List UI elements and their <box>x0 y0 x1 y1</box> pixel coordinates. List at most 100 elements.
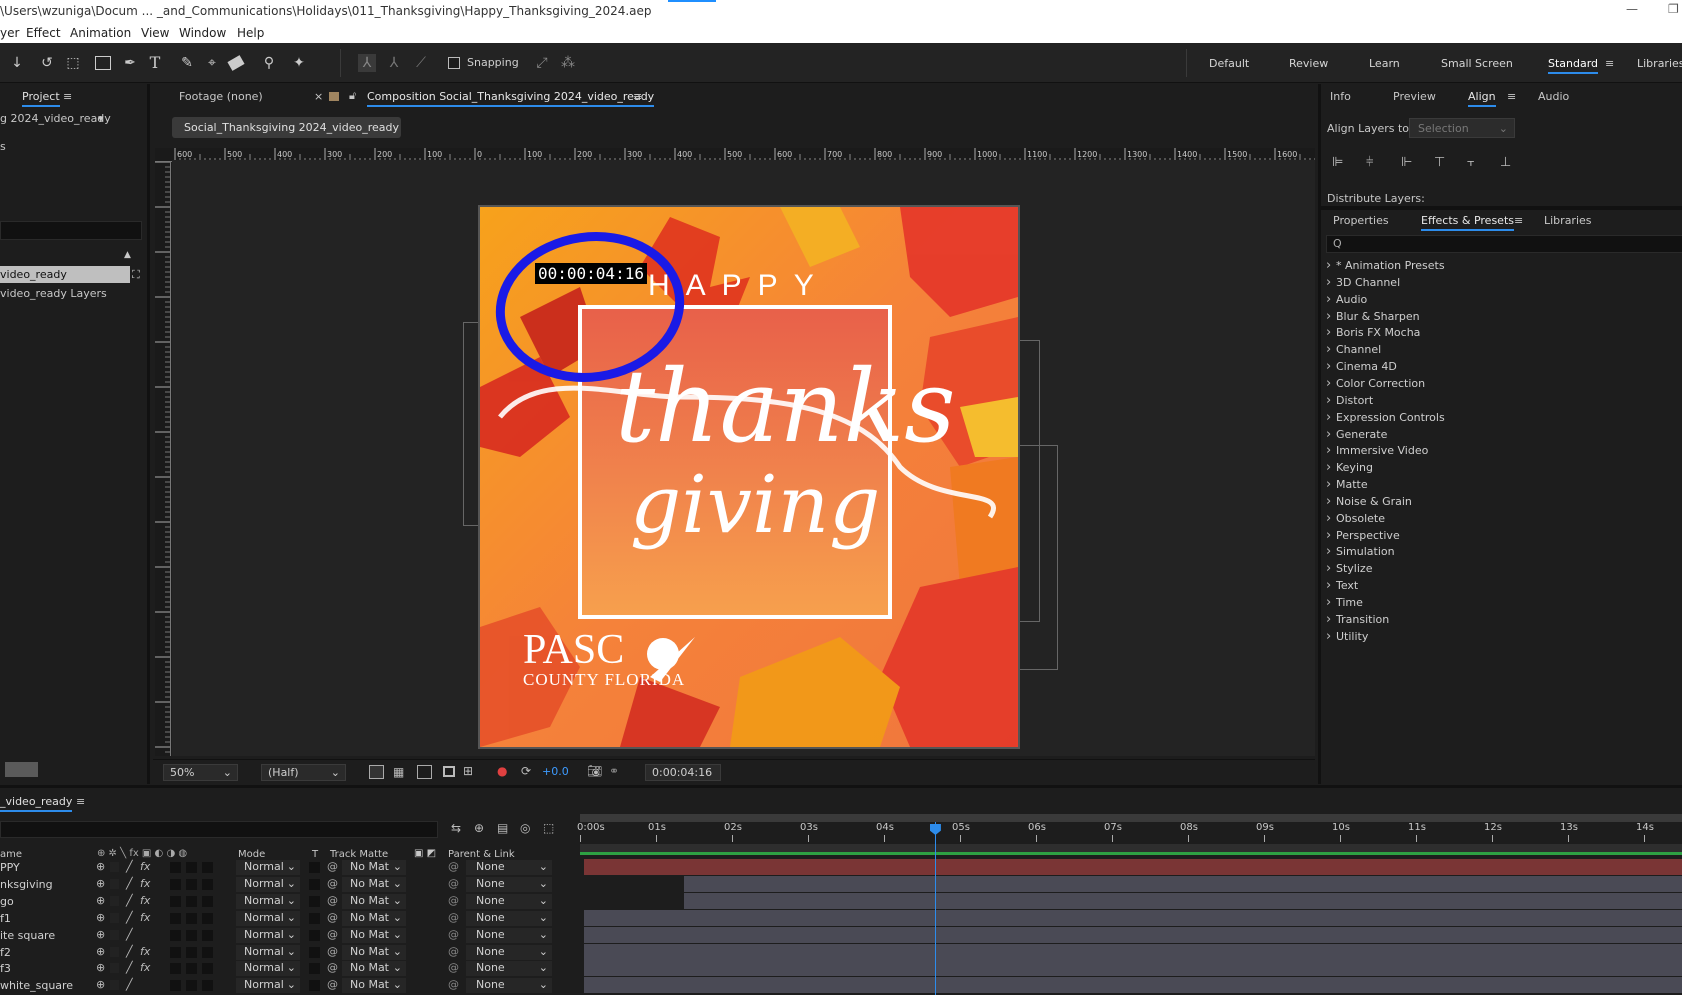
parent-dropdown[interactable]: None ⌄ <box>466 876 552 892</box>
effect-category[interactable]: › Audio <box>1326 292 1367 307</box>
layer-duration-bar[interactable] <box>584 926 1682 944</box>
layer-duration-bar[interactable] <box>684 875 1682 893</box>
parent-pickwhip-icon[interactable]: @ <box>448 978 459 991</box>
minimize-icon[interactable]: — <box>1626 2 1638 16</box>
layer-duration-bar[interactable] <box>584 960 1682 978</box>
region-of-interest-icon[interactable] <box>443 766 455 777</box>
parent-dropdown[interactable]: None ⌄ <box>466 961 552 977</box>
menu-layer[interactable]: yer <box>0 26 19 40</box>
layer-row[interactable]: go ⊕ ╱ fx Normal ⌄ @ No Mat ⌄ @ None ⌄ <box>0 893 580 910</box>
composition-mini-flowchart-icon[interactable]: ⇆ <box>451 821 461 835</box>
lock-icon[interactable]: 🔓︎ <box>349 89 356 103</box>
project-menu-icon[interactable]: ≡ <box>63 90 72 103</box>
layer-name[interactable]: white_square <box>0 979 73 992</box>
parent-dropdown[interactable]: None ⌄ <box>466 944 552 960</box>
axis-local-icon[interactable]: ⅄ <box>358 54 376 72</box>
tab-timeline-comp[interactable]: _video_ready <box>0 795 73 812</box>
fx-icon[interactable]: fx <box>140 894 150 907</box>
layer-name[interactable]: go <box>0 895 14 908</box>
quality-icon[interactable]: ╱ <box>126 945 133 958</box>
mode-dropdown[interactable]: Normal ⌄ <box>236 961 300 977</box>
restore-icon[interactable]: ❐ <box>1668 2 1679 16</box>
shy-icon[interactable]: ⊕ <box>96 911 105 924</box>
tab-libraries[interactable]: Libraries <box>1544 214 1592 227</box>
parent-pickwhip-icon[interactable]: @ <box>448 961 459 974</box>
collapse-switch[interactable] <box>110 963 119 974</box>
comp-menu-icon[interactable]: ≡ <box>633 90 642 103</box>
parent-dropdown[interactable]: None ⌄ <box>466 910 552 926</box>
quality-icon[interactable]: ╱ <box>126 860 133 873</box>
parent-pickwhip-icon[interactable]: @ <box>448 894 459 907</box>
quality-icon[interactable]: ╱ <box>126 911 133 924</box>
menu-animation[interactable]: Animation <box>70 26 131 40</box>
preserve-transparency-switch[interactable] <box>309 878 320 890</box>
layer-duration-bar[interactable] <box>584 943 1682 961</box>
collapse-switch[interactable] <box>110 929 119 940</box>
project-search-input[interactable] <box>0 221 142 240</box>
track-matte-dropdown[interactable]: No Mat ⌄ <box>342 961 406 977</box>
effect-category[interactable]: › 3D Channel <box>1326 275 1400 290</box>
collapse-switch[interactable] <box>110 946 119 957</box>
fx-icon[interactable]: fx <box>140 961 150 974</box>
effect-category[interactable]: › Utility <box>1326 629 1368 644</box>
menu-window[interactable]: Window <box>179 26 226 40</box>
transparency-grid-icon[interactable]: ▦ <box>393 765 404 779</box>
time-navigator[interactable] <box>580 844 1682 852</box>
workspace-review[interactable]: Review <box>1289 57 1328 70</box>
quality-icon[interactable]: ╱ <box>126 928 133 941</box>
layer-duration-bar[interactable] <box>684 892 1682 910</box>
preserve-transparency-switch[interactable] <box>309 862 320 873</box>
shy-layers-icon[interactable]: ▤ <box>497 821 508 835</box>
pen-tool-icon[interactable]: ✒ <box>121 54 139 72</box>
effect-category[interactable]: › Color Correction <box>1326 376 1425 391</box>
motion-blur-switch[interactable] <box>170 895 181 907</box>
layer-name[interactable]: nksgiving <box>0 878 53 891</box>
effect-category[interactable]: › Time <box>1326 595 1363 610</box>
time-ruler[interactable]: 0:00s 01s 02s 03s 04s 05s 06s 07s 08s 09s 10s 11s 12… <box>577 822 1682 842</box>
parent-dropdown[interactable]: None ⌄ <box>466 860 552 875</box>
channel-icon[interactable]: ● <box>497 764 507 778</box>
zoom-dropdown[interactable]: 50% ⌄ <box>163 764 238 781</box>
adjustment-switch[interactable] <box>186 963 197 975</box>
shy-icon[interactable]: ⊕ <box>96 978 105 991</box>
pickwhip-icon[interactable]: @ <box>327 911 338 924</box>
workspace-libraries[interactable]: Libraries <box>1637 57 1682 70</box>
3d-switch[interactable] <box>202 895 213 907</box>
fx-icon[interactable]: fx <box>140 860 150 873</box>
chevron-down-icon[interactable]: ▾ <box>98 112 104 125</box>
effects-menu-icon[interactable]: ≡ <box>1514 214 1523 227</box>
fast-preview-icon[interactable] <box>369 765 384 779</box>
parent-pickwhip-icon[interactable]: @ <box>448 911 459 924</box>
parent-pickwhip-icon[interactable]: @ <box>448 860 459 873</box>
effect-category[interactable]: › Simulation <box>1326 544 1395 559</box>
parent-pickwhip-icon[interactable]: @ <box>448 945 459 958</box>
motion-blur-switch[interactable] <box>170 912 181 924</box>
down-arrow-icon[interactable]: ↓ <box>8 54 26 72</box>
color-swatch[interactable] <box>5 762 38 777</box>
parent-pickwhip-icon[interactable]: @ <box>448 928 459 941</box>
project-item-selected[interactable]: video_ready <box>0 266 130 283</box>
work-area-bar[interactable] <box>580 814 1682 822</box>
exposure-value[interactable]: +0.0 <box>542 765 569 778</box>
snap-features-icon[interactable]: ⁂ <box>559 54 577 72</box>
adjustment-switch[interactable] <box>186 929 197 941</box>
layer-row[interactable]: nksgiving ⊕ ╱ fx Normal ⌄ @ No Mat ⌄ @ None ⌄ <box>0 876 580 893</box>
effect-category[interactable]: › Blur & Sharpen <box>1326 309 1420 324</box>
adjustment-switch[interactable] <box>186 862 197 873</box>
pickwhip-icon[interactable]: @ <box>327 877 338 890</box>
parent-dropdown[interactable]: None ⌄ <box>466 893 552 909</box>
mode-dropdown[interactable]: Normal ⌄ <box>236 927 300 943</box>
layer-row[interactable]: f3 ⊕ ╱ fx Normal ⌄ @ No Mat ⌄ @ None ⌄ <box>0 960 580 977</box>
workspace-standard[interactable]: Standard <box>1548 57 1599 74</box>
tab-properties[interactable]: Properties <box>1333 214 1389 227</box>
mode-dropdown[interactable]: Normal ⌄ <box>236 876 300 892</box>
3d-switch[interactable] <box>202 878 213 890</box>
effect-category[interactable]: › Immersive Video <box>1326 443 1428 458</box>
effect-category[interactable]: › Generate <box>1326 427 1387 442</box>
menu-effect[interactable]: Effect <box>26 26 61 40</box>
track-matte-dropdown[interactable]: No Mat ⌄ <box>342 860 406 875</box>
motion-blur-icon[interactable]: ◎ <box>520 821 530 835</box>
effect-category[interactable]: › Obsolete <box>1326 511 1385 526</box>
roto-brush-icon[interactable]: ⚲ <box>260 54 278 72</box>
flowchart-icon[interactable]: ⛶ <box>132 268 140 282</box>
